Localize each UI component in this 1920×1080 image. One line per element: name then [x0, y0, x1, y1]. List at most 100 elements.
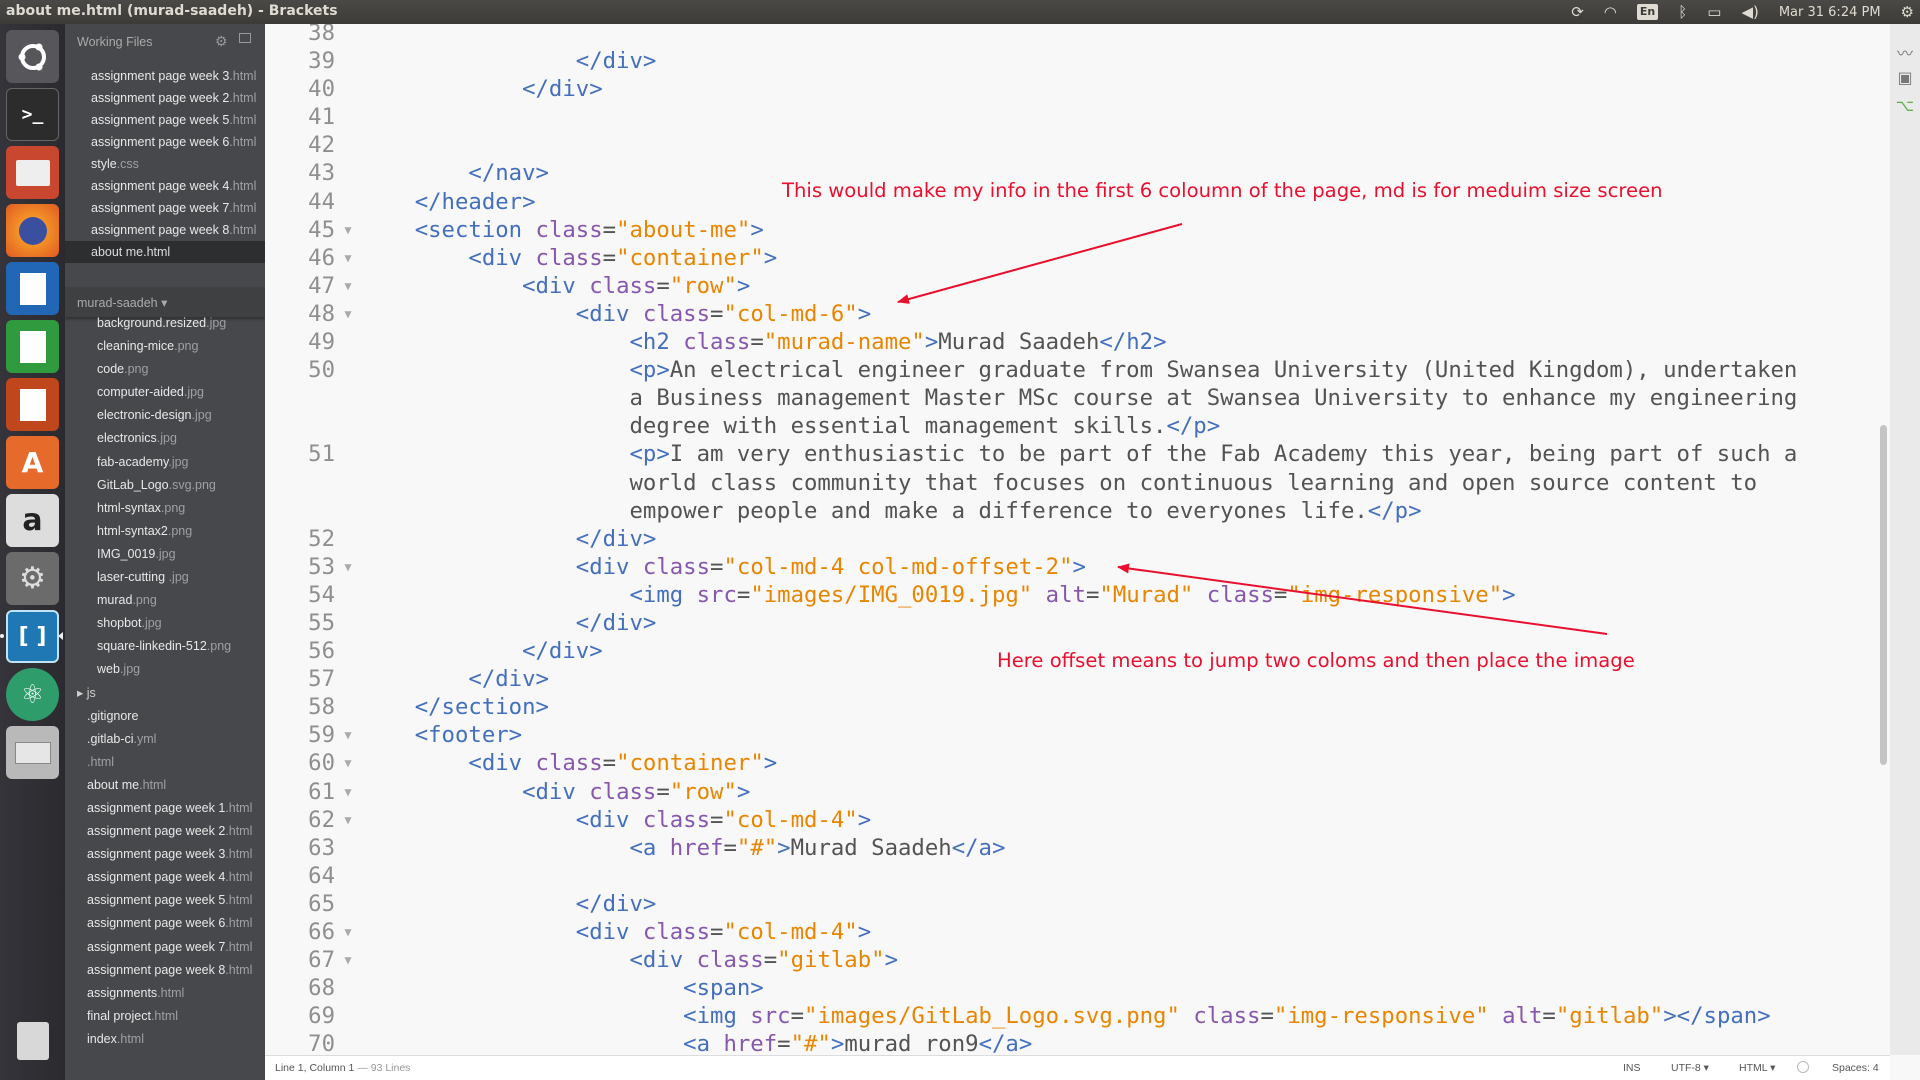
code-line[interactable]: 59 ▼ <footer> [265, 721, 1890, 749]
tree-file-item[interactable]: assignments.html [65, 982, 265, 1005]
split-view-icon[interactable] [239, 33, 251, 43]
tree-file-item[interactable]: assignment page week 7.html [65, 936, 265, 959]
code-line[interactable]: 45 ▼ <section class="about-me"> [265, 216, 1890, 244]
gear-icon[interactable]: ⚙ [215, 33, 228, 50]
code-line[interactable]: 46 ▼ <div class="container"> [265, 244, 1890, 272]
cursor-position[interactable]: Line 1, Column 1 — 93 Lines [275, 1062, 410, 1074]
fold-arrow-icon[interactable]: ▼ [339, 272, 357, 300]
code-line[interactable]: 61 ▼ <div class="row"> [265, 778, 1890, 806]
code-text[interactable]: </div> [357, 665, 549, 693]
code-line[interactable]: 47 ▼ <div class="row"> [265, 272, 1890, 300]
insert-mode[interactable]: INS [1623, 1062, 1641, 1074]
encoding-select[interactable]: UTF-8 ▾ [1671, 1062, 1709, 1074]
fold-arrow-icon[interactable]: ▼ [339, 778, 357, 806]
code-text[interactable]: <div class="container"> [357, 244, 777, 272]
code-text[interactable]: </section> [357, 693, 549, 721]
tree-file-item[interactable]: final project.html [65, 1005, 265, 1028]
tree-file-item[interactable]: index.html [65, 1028, 265, 1051]
battery-icon[interactable]: ▭ [1707, 0, 1721, 24]
code-text[interactable]: <img src="images/IMG_0019.jpg" alt="Mura… [357, 581, 1515, 609]
working-file-item[interactable]: assignment page week 3.html [65, 65, 265, 87]
fold-arrow-icon[interactable]: ▼ [339, 918, 357, 946]
code-line[interactable]: 68 <span> [265, 974, 1890, 1002]
tree-folder-js[interactable]: ▸ js [65, 682, 265, 705]
scrollbar-thumb[interactable] [1880, 425, 1887, 765]
code-text[interactable]: <div class="col-md-4 col-md-offset-2"> [357, 553, 1086, 581]
code-line[interactable]: 65 </div> [265, 890, 1890, 918]
code-text[interactable] [357, 862, 361, 890]
amazon-icon[interactable]: a [6, 494, 59, 547]
sync-icon[interactable]: ⟳ [1571, 0, 1584, 24]
tree-file-item[interactable]: .gitignore [65, 705, 265, 728]
ubuntu-dash-icon[interactable] [6, 30, 59, 83]
code-line[interactable]: 63 <a href="#">Murad Saadeh</a> [265, 834, 1890, 862]
fold-arrow-icon[interactable]: ▼ [339, 244, 357, 272]
language-select[interactable]: HTML ▾ [1739, 1062, 1775, 1074]
code-line[interactable]: 54 <img src="images/IMG_0019.jpg" alt="M… [265, 581, 1890, 609]
code-line[interactable]: 70 <a href="#">murad_ron9</a> [265, 1030, 1890, 1055]
working-file-item[interactable]: assignment page week 6.html [65, 131, 265, 153]
working-file-item[interactable]: style.css [65, 153, 265, 175]
code-line[interactable]: 42 [265, 131, 1890, 159]
code-text[interactable]: <p>An electrical engineer graduate from … [357, 356, 1797, 384]
code-line[interactable]: empower people and make a difference to … [265, 497, 1890, 525]
code-text[interactable]: </div> [357, 890, 657, 918]
firefox-icon[interactable] [6, 204, 59, 257]
tree-file-item[interactable]: about me.html [65, 774, 265, 797]
code-text[interactable]: <a href="#">murad_ron9</a> [357, 1030, 1032, 1055]
code-line[interactable]: 58 </section> [265, 693, 1890, 721]
tree-file-item[interactable]: shopbot.jpg [65, 612, 265, 635]
tree-file-item[interactable]: web.jpg [65, 658, 265, 681]
settings-gear-icon[interactable]: ⚙ [1901, 0, 1914, 24]
code-text[interactable]: <div class="container"> [357, 749, 777, 777]
tree-file-item[interactable]: computer-aided.jpg [65, 381, 265, 404]
cursor-position-label[interactable]: Line 1, Column 1 [275, 1062, 354, 1074]
code-text[interactable]: <h2 class="murad-name">Murad Saadeh</h2> [357, 328, 1166, 356]
code-line[interactable]: 67 ▼ <div class="gitlab"> [265, 946, 1890, 974]
extension-manager-icon[interactable]: ▣ [1893, 68, 1917, 96]
fold-arrow-icon[interactable]: ▼ [339, 721, 357, 749]
tree-file-item[interactable]: cleaning-mice.png [65, 335, 265, 358]
tree-file-item[interactable]: html-syntax2.png [65, 520, 265, 543]
code-line[interactable]: 48 ▼ <div class="col-md-6"> [265, 300, 1890, 328]
tree-file-item[interactable]: fab-academy.jpg [65, 451, 265, 474]
disk-drive-icon[interactable] [6, 726, 59, 779]
code-line[interactable]: 69 <img src="images/GitLab_Logo.svg.png"… [265, 1002, 1890, 1030]
tree-file-item[interactable]: .html [65, 751, 265, 774]
code-text[interactable] [357, 103, 361, 131]
code-text[interactable]: </nav> [357, 159, 549, 187]
code-line[interactable]: world class community that focuses on co… [265, 469, 1890, 497]
tree-file-item[interactable]: assignment page week 1.html [65, 797, 265, 820]
fold-arrow-icon[interactable]: ▼ [339, 300, 357, 328]
code-line[interactable]: 60 ▼ <div class="container"> [265, 749, 1890, 777]
code-text[interactable]: <div class="gitlab"> [357, 946, 898, 974]
code-line[interactable]: degree with essential management skills.… [265, 412, 1890, 440]
code-line[interactable]: 39 </div> [265, 47, 1890, 75]
code-text[interactable]: <div class="col-md-4"> [357, 918, 871, 946]
code-text[interactable]: <a href="#">Murad Saadeh</a> [357, 834, 1005, 862]
tree-file-item[interactable]: laser-cutting .jpg [65, 566, 265, 589]
code-line[interactable]: 38 [265, 24, 1890, 47]
code-line[interactable]: 53 ▼ <div class="col-md-4 col-md-offset-2… [265, 553, 1890, 581]
code-text[interactable]: </header> [357, 188, 536, 216]
code-text[interactable]: </div> [357, 637, 603, 665]
tree-file-item[interactable]: background.resized.jpg [65, 312, 265, 335]
trash-icon[interactable] [6, 1014, 59, 1067]
fold-arrow-icon[interactable]: ▼ [339, 806, 357, 834]
tree-file-item[interactable]: assignment page week 3.html [65, 843, 265, 866]
code-text[interactable]: <div class="col-md-4"> [357, 806, 871, 834]
code-text[interactable]: <div class="row"> [357, 778, 750, 806]
fold-arrow-icon[interactable]: ▼ [339, 946, 357, 974]
code-text[interactable]: <section class="about-me"> [357, 216, 764, 244]
project-title[interactable]: murad-saadeh ▾ [77, 295, 167, 310]
code-line[interactable]: 55 </div> [265, 609, 1890, 637]
working-file-item[interactable]: assignment page week 4.html [65, 175, 265, 197]
fold-arrow-icon[interactable]: ▼ [339, 553, 357, 581]
tree-file-item[interactable]: square-linkedin-512.png [65, 635, 265, 658]
software-center-icon[interactable]: A [6, 436, 59, 489]
wifi-icon[interactable]: ◠ [1604, 0, 1617, 24]
code-text[interactable]: <p>I am very enthusiastic to be part of … [357, 440, 1797, 468]
tree-file-item[interactable]: IMG_0019.jpg [65, 543, 265, 566]
code-line[interactable]: 40 </div> [265, 75, 1890, 103]
code-line[interactable]: 51 <p>I am very enthusiastic to be part … [265, 440, 1890, 468]
